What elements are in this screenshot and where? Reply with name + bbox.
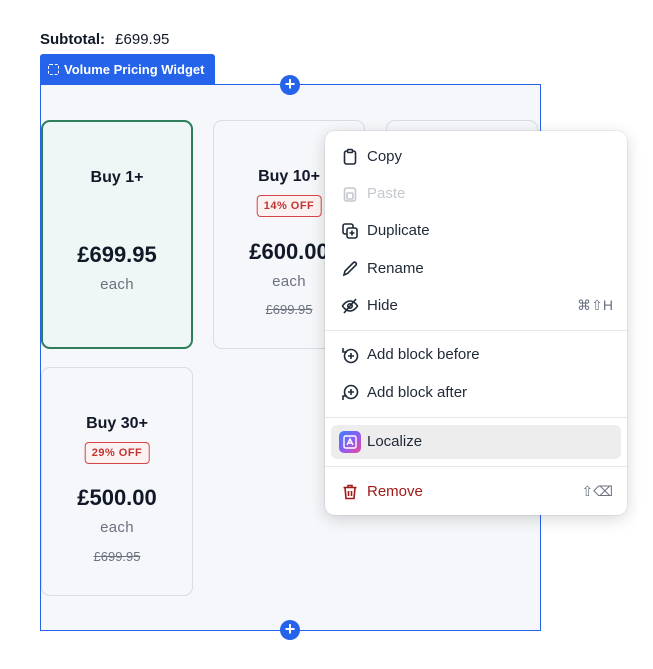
menu-item-paste[interactable]: Paste: [331, 177, 621, 211]
pencil-icon: [342, 261, 358, 277]
pricing-card-buy-30[interactable]: Buy 30+ 29% OFF £500.00 each £699.95: [41, 367, 193, 596]
menu-divider: [325, 417, 627, 418]
card-price: £500.00: [77, 485, 157, 510]
menu-item-localize[interactable]: Localize: [331, 425, 621, 459]
menu-item-add-block-before[interactable]: Add block before: [331, 338, 621, 372]
menu-item-hide[interactable]: Hide ⌘⇧H: [331, 289, 621, 323]
card-title: Buy 1+: [90, 169, 144, 186]
add-block-bottom-button[interactable]: +: [280, 620, 300, 640]
card-original-price: £699.95: [93, 549, 141, 564]
discount-badge: 14% OFF: [256, 195, 322, 217]
card-each: each: [100, 519, 134, 536]
menu-label: Paste: [367, 185, 406, 202]
paste-icon: [343, 187, 357, 202]
subtotal-value: £699.95: [115, 31, 170, 48]
hide-shortcut: ⌘⇧H: [577, 297, 613, 313]
eye-off-icon: [341, 298, 359, 314]
selection-icon: [48, 64, 59, 75]
menu-item-duplicate[interactable]: Duplicate: [331, 214, 621, 248]
subtotal-label: Subtotal:: [40, 31, 105, 48]
trash-icon: [343, 484, 357, 500]
remove-shortcut: ⇧⌫: [581, 483, 613, 499]
subtotal: Subtotal: £699.95: [40, 31, 169, 48]
card-each: each: [100, 276, 134, 293]
menu-item-add-block-after[interactable]: Add block after: [331, 376, 621, 410]
menu-divider: [325, 330, 627, 331]
menu-divider: [325, 466, 627, 467]
widget-tab-label: Volume Pricing Widget: [64, 62, 205, 77]
pricing-card-buy-1[interactable]: Buy 1+ £699.95 each: [41, 120, 193, 349]
localize-icon: [339, 431, 361, 453]
menu-label: Add block before: [367, 346, 480, 363]
menu-label: Add block after: [367, 384, 468, 401]
menu-label: Rename: [367, 260, 424, 277]
menu-label: Hide: [367, 297, 398, 314]
menu-item-copy[interactable]: Copy: [331, 140, 621, 174]
menu-label: Localize: [367, 433, 423, 450]
menu-item-rename[interactable]: Rename: [331, 252, 621, 286]
card-title: Buy 30+: [86, 415, 148, 432]
discount-badge: 29% OFF: [84, 442, 150, 464]
context-menu: Copy Paste Duplicate Rename Hide ⌘⇧H Add…: [325, 131, 627, 515]
menu-label: Remove: [367, 483, 423, 500]
menu-label: Copy: [367, 148, 403, 165]
add-block-top-button[interactable]: +: [280, 75, 300, 95]
copy-icon: [343, 148, 357, 165]
add-block-after-icon: [342, 384, 359, 400]
menu-label: Duplicate: [367, 222, 430, 239]
add-block-before-icon: [342, 348, 359, 364]
menu-item-remove[interactable]: Remove ⇧⌫: [331, 475, 621, 509]
duplicate-icon: [342, 223, 358, 239]
card-price: £699.95: [77, 242, 157, 267]
widget-tab[interactable]: Volume Pricing Widget: [40, 54, 215, 85]
